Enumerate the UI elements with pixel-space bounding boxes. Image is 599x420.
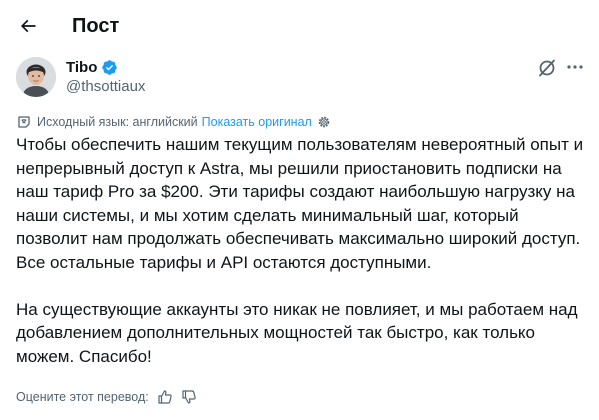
thumbs-down-icon[interactable] (181, 389, 197, 405)
translate-icon (18, 116, 30, 128)
more-options-button[interactable] (564, 56, 586, 78)
show-original-link[interactable]: Показать оригинал (202, 115, 312, 129)
avatar[interactable] (16, 57, 56, 97)
author-handle[interactable]: @thsottiaux (66, 77, 145, 96)
grok-button[interactable] (536, 57, 558, 79)
rate-translation-row: Оцените этот перевод: (16, 388, 197, 406)
back-arrow-icon (20, 19, 36, 33)
top-bar: Пост (0, 0, 599, 53)
verified-badge-icon (102, 60, 118, 75)
grok-icon (539, 59, 555, 77)
translation-bar: Исходный язык: английский Показать ориги… (16, 113, 331, 131)
page-title: Пост (72, 15, 120, 37)
avatar-image (16, 57, 56, 97)
post-paragraph: Чтобы обеспечить нашим текущим пользоват… (16, 135, 584, 272)
author-name-row[interactable]: Tibo (66, 58, 118, 77)
source-language-label: Исходный язык: английский (37, 115, 198, 129)
post-text: Чтобы обеспечить нашим текущим пользоват… (16, 133, 591, 368)
more-dots-icon (567, 65, 583, 69)
author-name[interactable]: Tibo (66, 58, 97, 77)
rate-translation-label: Оцените этот перевод: (16, 390, 149, 404)
thumbs-up-icon[interactable] (157, 389, 173, 405)
back-button[interactable] (12, 10, 44, 42)
gear-icon[interactable] (317, 115, 331, 129)
post-paragraph: На существующие аккаунты это никак не по… (16, 299, 578, 366)
